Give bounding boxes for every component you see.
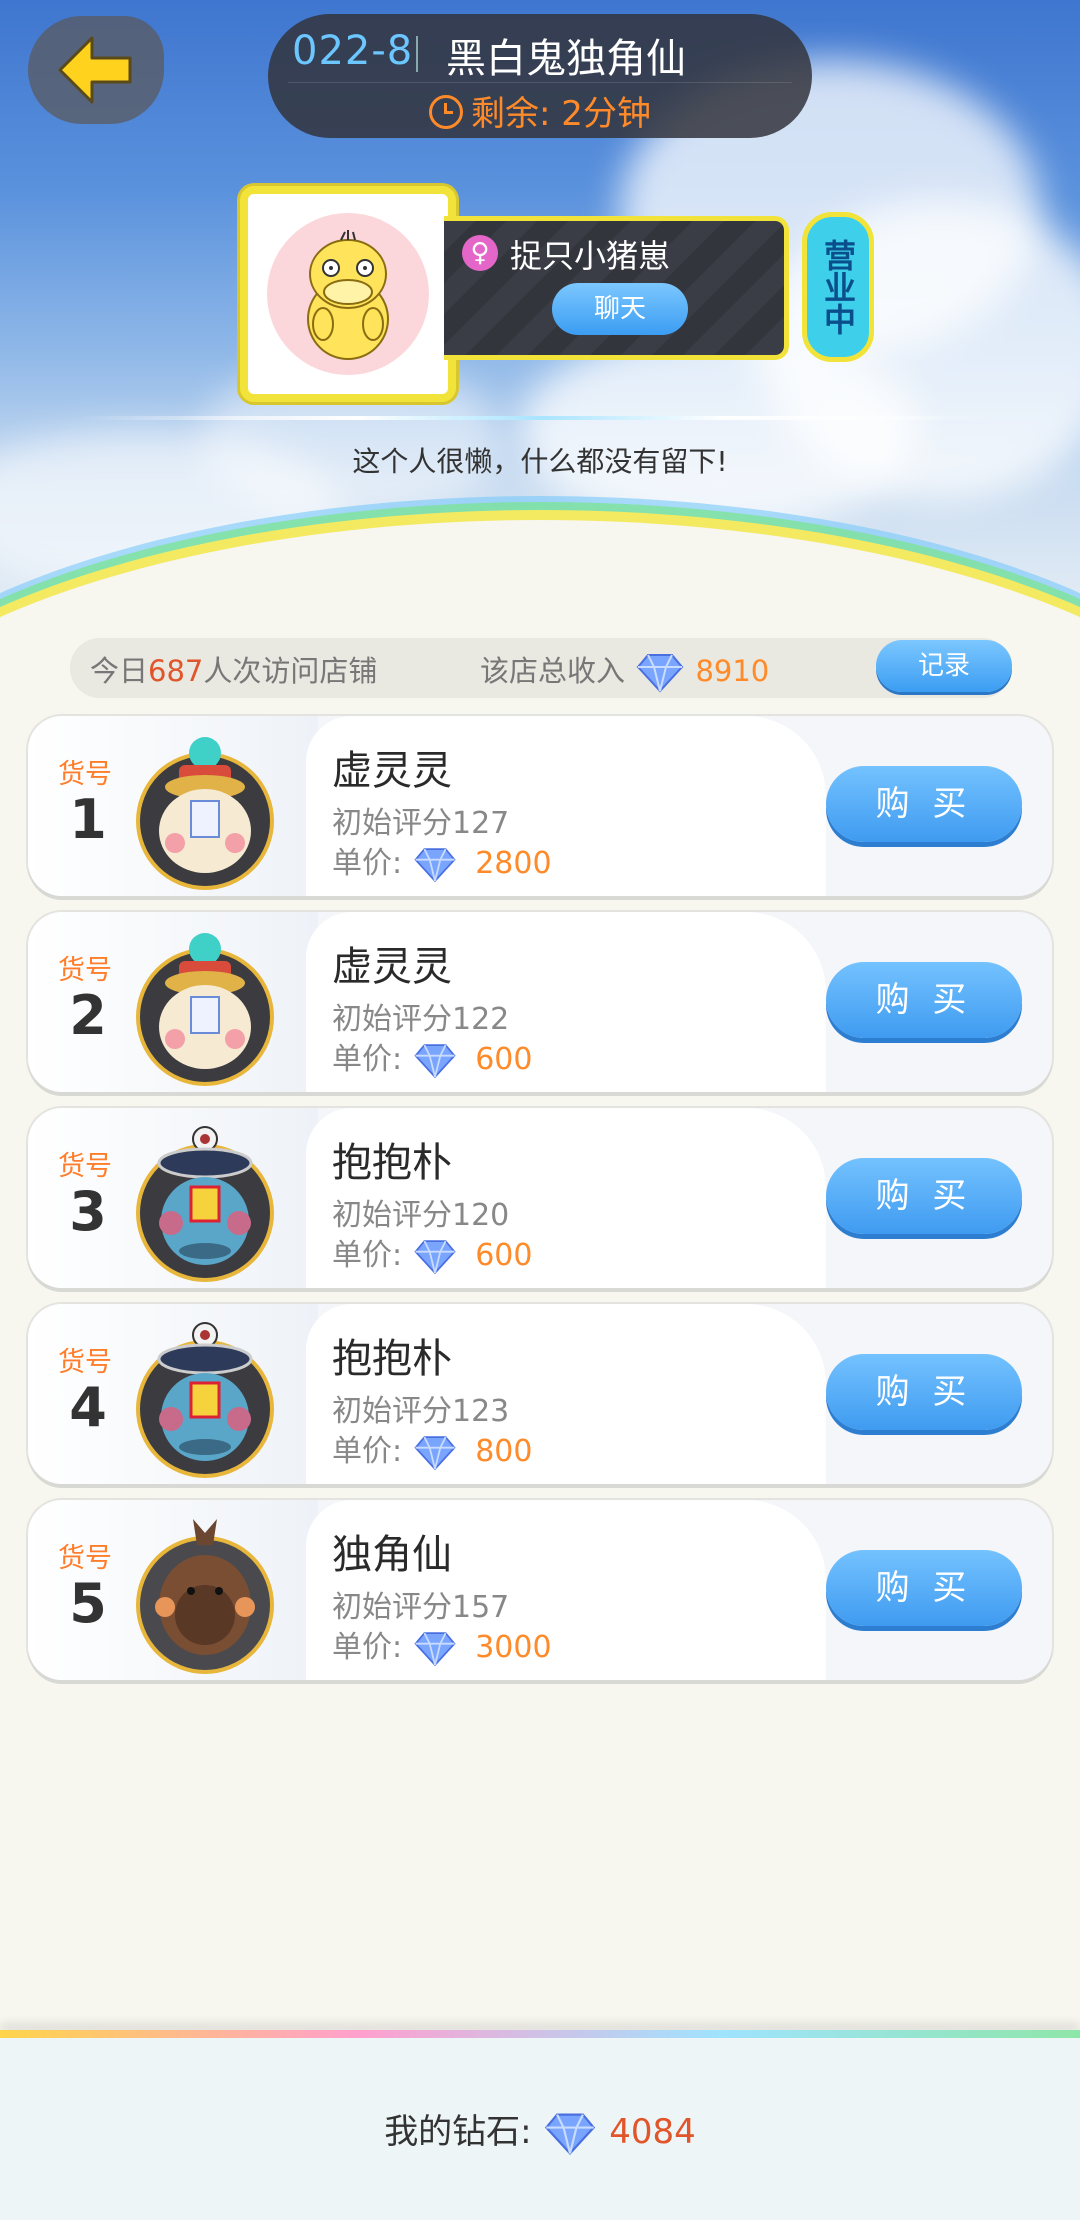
goods-item: 货号 1 虚灵灵 初始评分127 单价: 2800 购 买 [28, 716, 1052, 896]
goods-number: 4 [69, 1376, 107, 1439]
baobaopu-icon [157, 1126, 253, 1265]
buy-button[interactable]: 购 买 [826, 1354, 1022, 1430]
goods-label: 货号 [58, 1151, 112, 1182]
pet-portrait [136, 933, 274, 1086]
goods-label: 货号 [58, 1543, 112, 1574]
pet-score: 初始评分122 [332, 1002, 510, 1037]
buy-button[interactable]: 购 买 [826, 962, 1022, 1038]
goods-number: 1 [69, 788, 107, 851]
pet-portrait [136, 737, 274, 890]
buy-button[interactable]: 购 买 [826, 1550, 1022, 1626]
divider-glow [80, 416, 1000, 420]
price-row: 单价: 800 [332, 1426, 532, 1471]
footer-bar: 我的钻石: 4084 [0, 2038, 1080, 2220]
price-label: 单价: [332, 1434, 403, 1469]
income-label: 该店总收入 [480, 654, 626, 688]
visits-suffix: 人次访问店铺 [203, 654, 378, 688]
price-row: 单价: 600 [332, 1034, 532, 1079]
goods-label: 货号 [58, 759, 112, 790]
title-divider [288, 82, 792, 83]
shop-stats-bar: 今日687人次访问店铺 该店总收入 8910 记录 [70, 638, 1012, 698]
visits-count: 687 [148, 654, 204, 688]
price-row: 单价: 600 [332, 1230, 532, 1275]
pet-score: 初始评分157 [332, 1590, 510, 1625]
pet-name: 独角仙 [332, 1532, 452, 1578]
pet-score: 初始评分120 [332, 1198, 510, 1233]
remaining-text: 剩余: 2分钟 [471, 94, 651, 134]
shop-title-bar: 022-8 黑白鬼独角仙 剩余: 2分钟 [268, 14, 812, 138]
pet-score: 初始评分127 [332, 806, 510, 841]
open-status-badge: 营业中 [802, 212, 874, 362]
diamond-icon [412, 847, 458, 883]
income-value: 8910 [695, 654, 770, 688]
diamond-icon [412, 1043, 458, 1079]
my-diamonds-value: 4084 [609, 2112, 696, 2152]
goods-item: 货号 2 虚灵灵 初始评分122 单价: 600 购 买 [28, 912, 1052, 1092]
goods-label: 货号 [58, 955, 112, 986]
record-button[interactable]: 记录 [876, 640, 1012, 692]
owner-name: 捉只小猪崽 [510, 237, 671, 275]
visits-text: 今日687人次访问店铺 [90, 648, 377, 690]
price-value: 600 [475, 1238, 533, 1273]
xulingling-icon [159, 933, 251, 1069]
back-button[interactable] [28, 16, 164, 124]
owner-info-box: ♀ 捉只小猪崽 聊天 [444, 216, 789, 360]
diamond-icon [412, 1435, 458, 1471]
pet-name: 抱抱朴 [332, 1140, 452, 1186]
diamond-icon [412, 1631, 458, 1667]
buy-button[interactable]: 购 买 [826, 1158, 1022, 1234]
back-arrow-icon [58, 36, 132, 104]
pet-portrait [136, 1519, 274, 1674]
price-label: 单价: [332, 1042, 403, 1077]
price-value: 2800 [475, 846, 552, 881]
my-diamonds-label: 我的钻石: [384, 2112, 532, 2152]
pet-score: 初始评分123 [332, 1394, 510, 1429]
dujiaoxian-icon [155, 1519, 255, 1655]
goods-number: 2 [69, 984, 107, 1047]
goods-item: 货号 5 独角仙 初始评分157 单价: 3000 购 买 [28, 1500, 1052, 1680]
goods-item: 货号 3 抱抱朴 初始评分120 单价: 600 购 买 [28, 1108, 1052, 1288]
price-label: 单价: [332, 846, 403, 881]
shop-title: 黑白鬼独角仙 [446, 36, 686, 82]
goods-item: 货号 4 抱抱朴 初始评分123 单价: 800 购 买 [28, 1304, 1052, 1484]
goods-number: 3 [69, 1180, 107, 1243]
owner-avatar[interactable] [240, 186, 456, 402]
price-value: 800 [475, 1434, 533, 1469]
shop-code: 022-8 [292, 28, 414, 74]
diamond-icon [412, 1239, 458, 1275]
price-label: 单价: [332, 1238, 403, 1273]
female-gender-icon: ♀ [462, 235, 498, 271]
my-diamonds: 我的钻石: 4084 [0, 2104, 1080, 2156]
clock-icon [429, 95, 464, 129]
footer-divider [0, 2030, 1080, 2038]
owner-signature: 这个人很懒，什么都没有留下! [352, 445, 728, 478]
price-row: 单价: 3000 [332, 1622, 552, 1667]
price-label: 单价: [332, 1630, 403, 1665]
price-row: 单价: 2800 [332, 838, 552, 883]
xulingling-icon [159, 737, 251, 873]
income-text: 该店总收入 8910 [480, 648, 769, 693]
pet-name: 抱抱朴 [332, 1336, 452, 1382]
avatar-background [267, 213, 429, 375]
goods-list: 货号 1 虚灵灵 初始评分127 单价: 2800 购 买 货号 2 虚灵灵 初… [28, 716, 1052, 1696]
diamond-icon [634, 653, 686, 693]
duck-avatar-icon [307, 230, 389, 360]
goods-label: 货号 [58, 1347, 112, 1378]
visits-prefix: 今日 [90, 654, 149, 688]
chat-button[interactable]: 聊天 [552, 283, 688, 335]
pet-portrait [136, 1126, 274, 1282]
title-separator [416, 36, 418, 72]
pet-name: 虚灵灵 [332, 748, 452, 794]
pet-name: 虚灵灵 [332, 944, 452, 990]
goods-number: 5 [69, 1572, 107, 1635]
buy-button[interactable]: 购 买 [826, 766, 1022, 842]
baobaopu-icon [157, 1322, 253, 1461]
diamond-icon [542, 2112, 598, 2156]
remaining-time: 剩余: 2分钟 [268, 86, 812, 135]
price-value: 600 [475, 1042, 533, 1077]
open-status-text: 营业中 [819, 239, 857, 335]
pet-portrait [136, 1322, 274, 1478]
price-value: 3000 [475, 1630, 552, 1665]
